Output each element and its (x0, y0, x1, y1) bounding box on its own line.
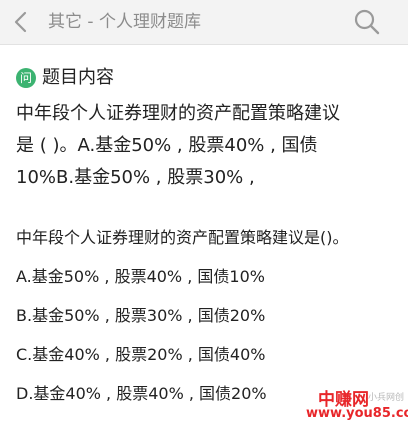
page-title: 其它 - 个人理财题库 (48, 12, 201, 32)
option-b[interactable]: B.基金50% , 股票30% , 国债20% (16, 304, 265, 328)
question-line: 是 ( )。A.基金50% , 股票40% , 国债 (16, 135, 318, 156)
section-title: 题目内容 (42, 67, 114, 88)
question-content: 中年段个人证券理财的资产配置策略建议 是 ( )。A.基金50% , 股票40%… (16, 98, 400, 194)
watermark-url: www.you85.com (306, 406, 408, 421)
watermark-brand: 中赚网 (318, 390, 369, 410)
option-c[interactable]: C.基金40% , 股票20% , 国债40% (16, 343, 265, 367)
option-a[interactable]: A.基金50% , 股票40% , 国债10% (16, 265, 265, 289)
chevron-left-icon[interactable] (8, 8, 34, 36)
option-d[interactable]: D.基金40% , 股票40% , 国债20% (16, 382, 267, 406)
question-line: 10%B.基金50% , 股票30% , (16, 167, 255, 188)
question-line: 中年段个人证券理财的资产配置策略建议 (16, 103, 340, 124)
top-bar: 其它 - 个人理财题库 (0, 0, 408, 45)
watermark-logo: 中赚网 小兵网创 www.you85.com (296, 384, 408, 426)
watermark-side-text: 小兵网创 (368, 393, 405, 403)
question-stem: 中年段个人证券理财的资产配置策略建议是()。 (16, 228, 349, 247)
search-icon[interactable] (352, 7, 382, 37)
question-badge-icon: 问 (16, 68, 36, 88)
